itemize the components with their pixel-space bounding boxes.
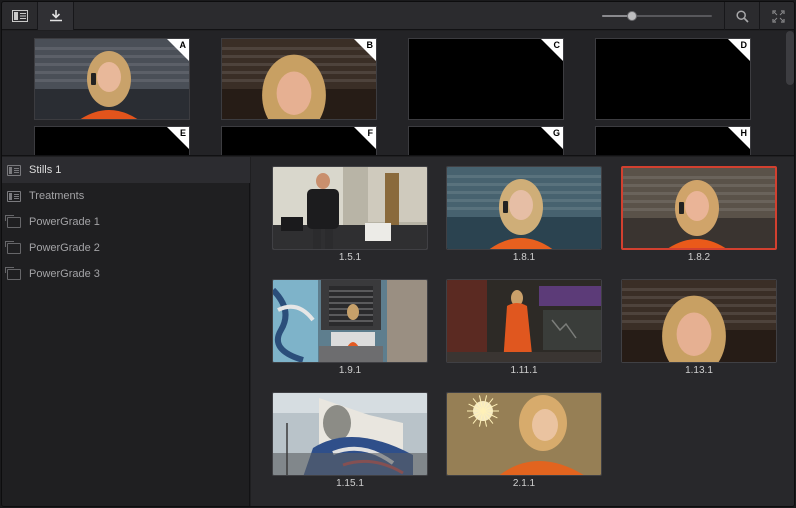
powergrade-icon (5, 240, 21, 254)
sidebar-item-label: Stills 1 (29, 164, 62, 176)
still-1-8-1[interactable]: 1.8.1 (446, 166, 602, 263)
still-thumbnail[interactable] (446, 166, 602, 250)
still-label: 1.15.1 (336, 478, 364, 489)
still-label: 2.1.1 (512, 478, 536, 489)
still-1-9-1[interactable]: 1.9.1 (272, 279, 428, 376)
still-thumbnail[interactable] (272, 279, 428, 363)
memories-scrollbar[interactable] (786, 31, 794, 85)
stills-grid: 1.5.1 1.8.1 1.8.2 1.9.1 1.11.1 1.13.1 1.… (251, 157, 794, 506)
still-1-5-1[interactable]: 1.5.1 (272, 166, 428, 263)
sidebar-item-label: PowerGrade 3 (29, 268, 100, 280)
zoom-slider[interactable] (602, 11, 712, 21)
still-label: 1.5.1 (338, 252, 362, 263)
album-sidebar: Stills 1 Treatments PowerGrade 1 PowerGrade… (2, 157, 250, 506)
sidebar-item-stills-1[interactable]: Stills 1 (2, 157, 250, 183)
memory-letter: A (179, 40, 187, 50)
powergrade-icon (5, 266, 21, 280)
sidebar-item-powergrade-2[interactable]: PowerGrade 2 (2, 235, 250, 261)
gallery-window: A B C D E F G H Stills 1 Treatments PowerGrade 1… (1, 1, 795, 507)
sidebar-item-label: PowerGrade 2 (29, 242, 100, 254)
still-thumbnail[interactable] (621, 166, 777, 250)
sidebar-item-label: PowerGrade 1 (29, 216, 100, 228)
powergrade-icon (5, 214, 21, 228)
memory-slot-f[interactable]: F (221, 126, 377, 155)
sidebar-item-powergrade-1[interactable]: PowerGrade 1 (2, 209, 250, 235)
memory-slot-e[interactable]: E (34, 126, 190, 155)
zoom-slider-knob[interactable] (626, 11, 637, 21)
memories-panel: A B C D E F G H (2, 31, 794, 156)
still-label: 1.13.1 (685, 365, 713, 376)
sidebar-item-powergrade-3[interactable]: PowerGrade 3 (2, 261, 250, 287)
memory-slot-a[interactable]: A (34, 38, 190, 120)
memory-letter: F (367, 128, 374, 138)
search-icon (735, 9, 749, 23)
still-label: 1.9.1 (338, 365, 362, 376)
memory-slot-d[interactable]: D (595, 38, 751, 120)
still-1-15-1[interactable]: 1.15.1 (272, 392, 428, 489)
gallery-toolbar (2, 2, 794, 30)
expand-icon (771, 9, 785, 23)
memory-letter: C (553, 40, 561, 50)
still-thumbnail[interactable] (272, 392, 428, 476)
still-label: 1.8.1 (512, 252, 536, 263)
still-thumbnail[interactable] (272, 166, 428, 250)
still-thumbnail[interactable] (621, 279, 777, 363)
sidebar-toggle-icon (11, 10, 28, 22)
still-label: 1.11.1 (510, 365, 538, 376)
album-icon (7, 164, 21, 176)
memory-letter: D (740, 40, 748, 50)
import-button[interactable] (38, 2, 74, 30)
memory-letter: G (552, 128, 560, 138)
still-thumbnail[interactable] (446, 392, 602, 476)
sidebar-toggle-button[interactable] (2, 2, 38, 30)
sidebar-item-label: Treatments (29, 190, 85, 202)
still-2-1-1[interactable]: 2.1.1 (446, 392, 602, 489)
memory-letter: H (740, 128, 748, 138)
memory-letter: B (366, 40, 374, 50)
expand-button[interactable] (760, 2, 794, 30)
memory-slot-c[interactable]: C (408, 38, 564, 120)
album-icon (7, 190, 21, 202)
import-icon (49, 10, 62, 22)
sidebar-item-treatments[interactable]: Treatments (2, 183, 250, 209)
memory-letter: E (179, 128, 186, 138)
still-thumbnail[interactable] (446, 279, 602, 363)
still-1-13-1[interactable]: 1.13.1 (621, 279, 777, 376)
memory-slot-g[interactable]: G (408, 126, 564, 155)
still-label: 1.8.2 (687, 252, 711, 263)
still-1-11-1[interactable]: 1.11.1 (446, 279, 602, 376)
memory-slot-h[interactable]: H (595, 126, 751, 155)
still-1-8-2[interactable]: 1.8.2 (621, 166, 777, 263)
search-button[interactable] (724, 2, 760, 30)
memory-slot-b[interactable]: B (221, 38, 377, 120)
